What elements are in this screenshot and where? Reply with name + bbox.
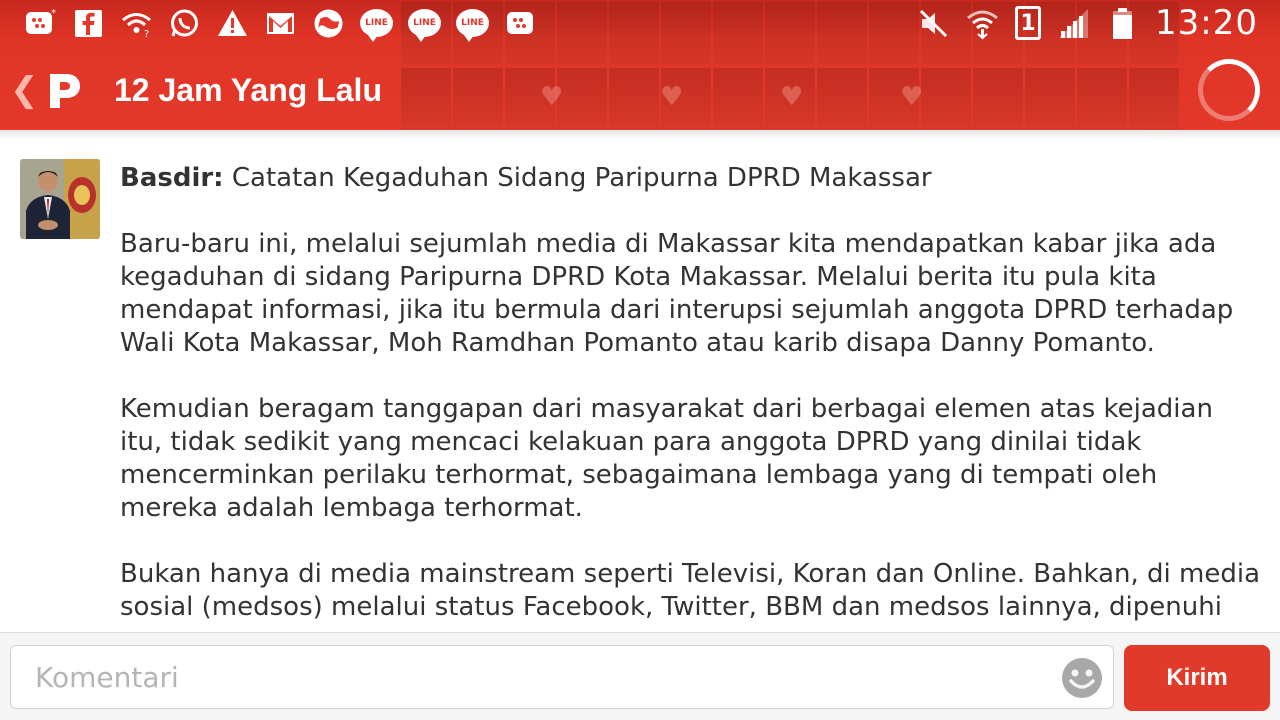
facebook-icon: [72, 7, 105, 40]
bbm-icon: *: [24, 7, 57, 40]
mute-icon: [917, 7, 950, 40]
wifi-icon: [966, 7, 999, 40]
post-headline: Catatan Kegaduhan Sidang Paripurna DPRD …: [231, 163, 932, 193]
status-clock: 13:20: [1155, 3, 1258, 43]
header-shadow: [0, 130, 1280, 140]
post-heading: Basdir: Catatan Kegaduhan Sidang Paripur…: [120, 162, 1260, 195]
page-title: 12 Jam Yang Lalu: [114, 71, 382, 108]
post-paragraph: Kemudian beragam tanggapan dari masyarak…: [120, 394, 1213, 523]
sim-1-icon: 1: [1015, 6, 1042, 40]
emoji-smiley-icon[interactable]: [1061, 657, 1103, 699]
line-icon: LINE: [408, 7, 441, 42]
wifi-notification-icon: ?: [120, 7, 153, 40]
post-author[interactable]: Basdir:: [120, 163, 224, 193]
comment-bar: Kirim: [0, 632, 1280, 720]
post-paragraph: Bukan hanya di media mainstream seperti …: [120, 559, 1261, 622]
path-logo-icon[interactable]: [42, 68, 86, 112]
status-bar: * ? LINE LINE LINE 1 13:20: [0, 0, 1280, 46]
warning-icon: [216, 7, 249, 40]
battery-icon: [1106, 7, 1139, 40]
app-screen: ♥ ♥ ♥ ♥ * ? LINE LINE LINE 1 13:20 ❮ 12 …: [0, 0, 1280, 720]
header: ♥ ♥ ♥ ♥ * ? LINE LINE LINE 1 13:20 ❮ 12 …: [0, 0, 1280, 130]
avatar[interactable]: [20, 159, 100, 239]
line-icon: LINE: [360, 7, 393, 42]
loading-spinner-icon: [1198, 59, 1260, 121]
moment-detail: Basdir: Catatan Kegaduhan Sidang Paripur…: [0, 140, 1280, 632]
signal-icon: [1057, 7, 1090, 40]
action-bar: ❮ 12 Jam Yang Lalu: [0, 50, 1280, 130]
whatsapp-icon: [168, 7, 201, 40]
system-icons: 1 13:20: [917, 3, 1258, 43]
gmail-icon: [264, 7, 297, 40]
bbm-icon: [504, 7, 537, 40]
back-chevron-icon[interactable]: ❮: [10, 70, 39, 110]
comment-input[interactable]: [10, 645, 1114, 709]
post-paragraph: Baru-baru ini, melalui sejumlah media di…: [120, 229, 1234, 358]
browser-globe-icon: [312, 7, 345, 40]
send-comment-button[interactable]: Kirim: [1124, 645, 1270, 711]
svg-text:?: ?: [144, 29, 149, 40]
line-icon: LINE: [456, 7, 489, 42]
svg-text:*: *: [51, 8, 56, 19]
notification-icons: * ? LINE LINE LINE: [24, 7, 537, 42]
post-body: Basdir: Catatan Kegaduhan Sidang Paripur…: [120, 162, 1260, 632]
